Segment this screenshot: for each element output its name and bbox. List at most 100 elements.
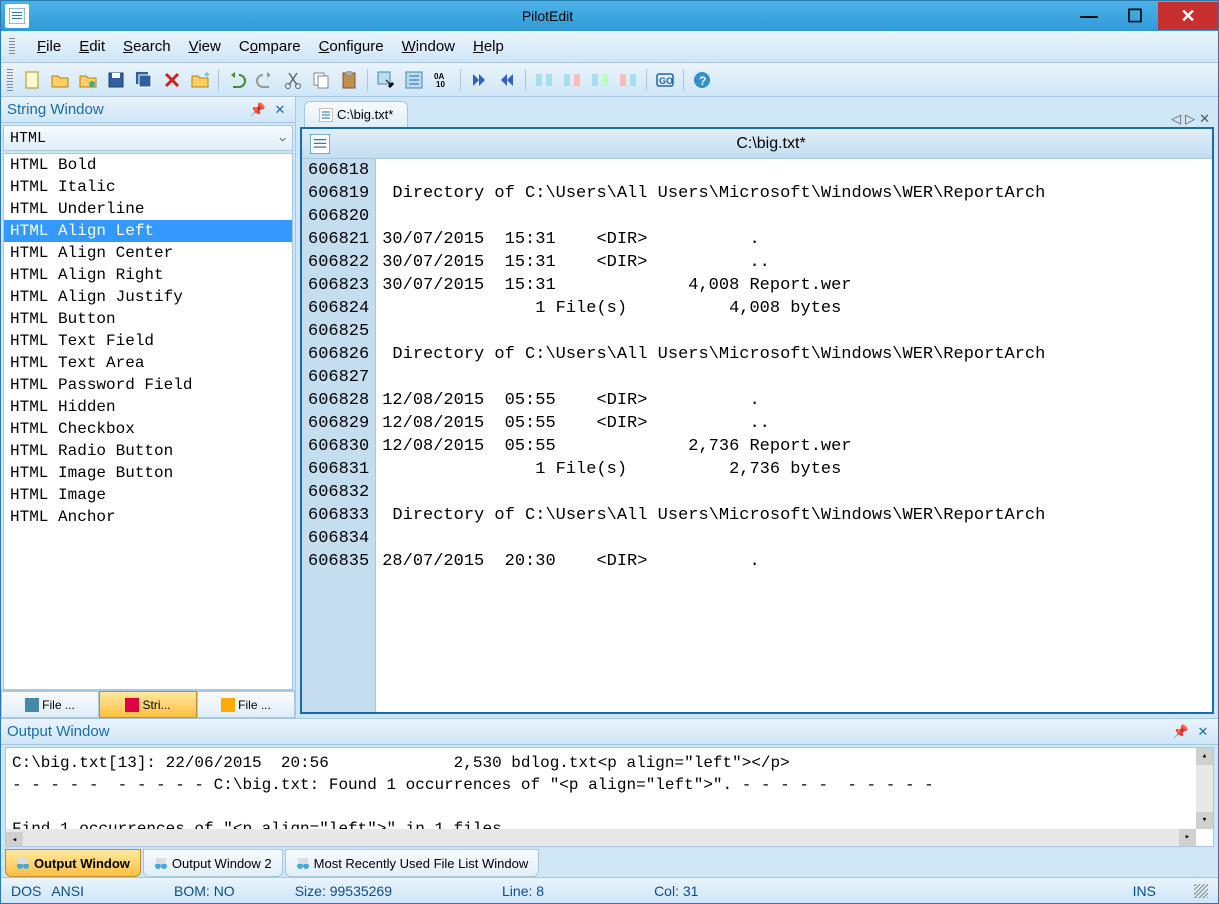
select-icon[interactable] [373,67,399,93]
code-area[interactable]: Directory of C:\Users\All Users\Microsof… [376,159,1212,712]
scroll-up-icon[interactable]: ▴ [1196,748,1213,765]
open-folder-icon[interactable] [75,67,101,93]
menu-help[interactable]: Help [473,38,504,55]
output-tab[interactable]: Output Window [5,849,141,877]
redo-icon[interactable] [252,67,278,93]
code-line[interactable]: 30/07/2015 15:31 4,008 Report.wer [376,274,1212,297]
line-number: 606830 [308,435,369,458]
save-icon[interactable] [103,67,129,93]
string-item[interactable]: HTML Image Button [4,462,292,484]
string-item[interactable]: HTML Bold [4,154,292,176]
maximize-button[interactable]: ☐ [1112,2,1158,30]
close-button[interactable]: ✕ [1158,2,1218,30]
scroll-left-icon[interactable]: ◂ [6,832,23,847]
string-item[interactable]: HTML Hidden [4,396,292,418]
string-item[interactable]: HTML Radio Button [4,440,292,462]
prev-icon[interactable] [494,67,520,93]
code-line[interactable]: 12/08/2015 05:55 <DIR> . [376,389,1212,412]
next-icon[interactable] [466,67,492,93]
code-line[interactable]: Directory of C:\Users\All Users\Microsof… [376,504,1212,527]
string-item[interactable]: HTML Password Field [4,374,292,396]
code-line[interactable] [376,205,1212,228]
menu-configure[interactable]: Configure [319,38,384,55]
menu-file[interactable]: File [37,38,61,55]
toolbar-grip[interactable] [7,69,13,91]
string-item[interactable]: HTML Button [4,308,292,330]
code-line[interactable]: 30/07/2015 15:31 <DIR> . [376,228,1212,251]
code-line[interactable]: 12/08/2015 05:55 2,736 Report.wer [376,435,1212,458]
editor-tab[interactable]: C:\big.txt* [304,101,408,127]
add-folder-icon[interactable]: + [187,67,213,93]
compare-icon-3[interactable] [587,67,613,93]
code-line[interactable]: 1 File(s) 4,008 bytes [376,297,1212,320]
left-tab[interactable]: Stri... [99,691,197,718]
output-tab[interactable]: Output Window 2 [143,849,283,877]
string-item[interactable]: HTML Text Field [4,330,292,352]
save-all-icon[interactable] [131,67,157,93]
string-item[interactable]: HTML Text Area [4,352,292,374]
left-tab[interactable]: File ... [197,691,295,718]
compare-icon-4[interactable] [615,67,641,93]
code-line[interactable] [376,320,1212,343]
help-icon[interactable]: ? [689,67,715,93]
scroll-right-icon[interactable]: ▸ [1179,829,1196,846]
minimize-button[interactable]: — [1066,2,1112,30]
tab-next-icon[interactable]: ▷ [1185,111,1195,127]
string-list[interactable]: HTML BoldHTML ItalicHTML UnderlineHTML A… [3,153,293,690]
copy-icon[interactable] [308,67,334,93]
scroll-down-icon[interactable]: ▾ [1196,812,1213,829]
delete-icon[interactable] [159,67,185,93]
paste-icon[interactable] [336,67,362,93]
compare-icon-2[interactable] [559,67,585,93]
code-line[interactable]: 30/07/2015 15:31 <DIR> .. [376,251,1212,274]
string-type-dropdown[interactable]: HTML ⌵ [3,125,293,151]
editor-content[interactable]: 6068186068196068206068216068226068236068… [302,159,1212,712]
menu-compare[interactable]: Compare [239,38,301,55]
string-item[interactable]: HTML Image [4,484,292,506]
vertical-scrollbar[interactable]: ▴ ▾ [1196,748,1213,829]
menu-window[interactable]: Window [402,38,455,55]
pin-icon[interactable]: 📌 [249,101,267,119]
code-line[interactable]: Directory of C:\Users\All Users\Microsof… [376,343,1212,366]
code-line[interactable] [376,481,1212,504]
tab-close-icon[interactable]: ✕ [1199,111,1210,127]
select-all-icon[interactable] [401,67,427,93]
new-file-icon[interactable] [19,67,45,93]
resize-grip-icon[interactable] [1194,884,1208,898]
string-item[interactable]: HTML Align Justify [4,286,292,308]
code-line[interactable] [376,527,1212,550]
tab-prev-icon[interactable]: ◁ [1171,111,1181,127]
menubar-grip[interactable] [9,38,15,56]
code-line[interactable]: 12/08/2015 05:55 <DIR> .. [376,412,1212,435]
open-file-icon[interactable] [47,67,73,93]
code-line[interactable]: 1 File(s) 2,736 bytes [376,458,1212,481]
output-header: Output Window 📌 ✕ [1,719,1218,745]
undo-icon[interactable] [224,67,250,93]
output-tab[interactable]: Most Recently Used File List Window [285,849,540,877]
output-content[interactable]: C:\big.txt[13]: 22/06/2015 20:56 2,530 b… [5,747,1214,847]
string-item[interactable]: HTML Anchor [4,506,292,528]
hex-icon[interactable]: 0A10 [429,67,455,93]
string-item[interactable]: HTML Checkbox [4,418,292,440]
close-panel-icon[interactable]: ✕ [1194,723,1212,741]
menu-edit[interactable]: Edit [79,38,105,55]
pin-icon[interactable]: 📌 [1172,723,1190,741]
code-line[interactable] [376,366,1212,389]
close-panel-icon[interactable]: ✕ [271,101,289,119]
string-item[interactable]: HTML Underline [4,198,292,220]
string-item[interactable]: HTML Align Left [4,220,292,242]
code-line[interactable] [376,159,1212,182]
string-item[interactable]: HTML Italic [4,176,292,198]
horizontal-scrollbar[interactable]: ◂ ▸ [6,829,1196,846]
code-line[interactable]: Directory of C:\Users\All Users\Microsof… [376,182,1212,205]
code-line[interactable]: 28/07/2015 20:30 <DIR> . [376,550,1212,573]
left-tab[interactable]: File ... [1,691,99,718]
menu-search[interactable]: Search [123,38,171,55]
cut-icon[interactable] [280,67,306,93]
string-item[interactable]: HTML Align Center [4,242,292,264]
menu-view[interactable]: View [189,38,221,55]
string-item[interactable]: HTML Align Right [4,264,292,286]
compare-icon-1[interactable] [531,67,557,93]
go-icon[interactable]: GO [652,67,678,93]
string-window-header: String Window 📌 ✕ [1,97,295,123]
